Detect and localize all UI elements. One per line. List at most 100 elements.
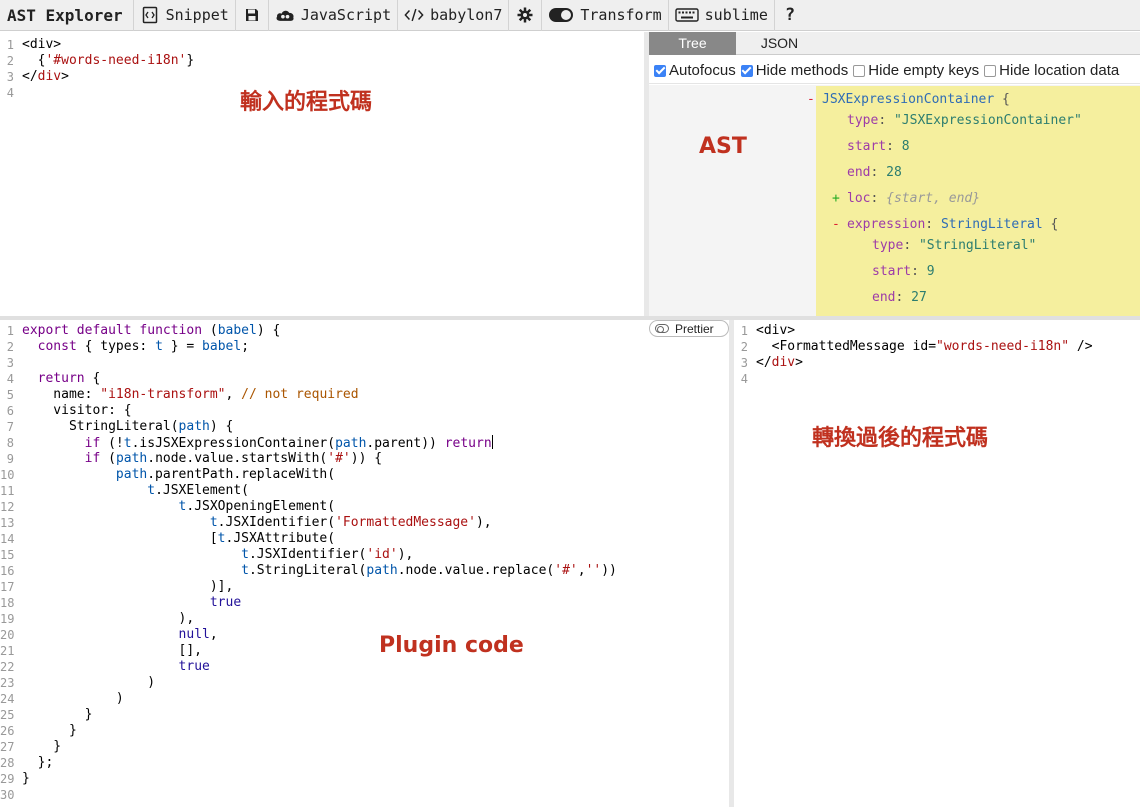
code-token: </	[22, 69, 38, 84]
gear-icon	[515, 5, 535, 25]
code-token: ,	[577, 563, 586, 578]
code-token: t	[147, 483, 156, 498]
line-source: if (!t.isJSXExpressionContainer(path.par…	[22, 435, 493, 451]
hide-location-checkbox[interactable]	[984, 64, 997, 77]
save-button[interactable]	[236, 0, 269, 31]
line-source: </div>	[756, 355, 803, 371]
code-line: 1 <div>	[734, 323, 1093, 339]
hide-location-option[interactable]: Hide location data	[984, 62, 1119, 79]
tree-options: Autofocus Hide methods Hide empty keys H…	[649, 58, 1140, 84]
ast-token: JSXExpressionContainer	[822, 92, 995, 107]
code-token: ))	[601, 563, 617, 578]
line-number: 25	[0, 708, 15, 722]
code-line: 21 [],	[0, 643, 617, 659]
line-source: t.JSXElement(	[22, 483, 249, 499]
code-line: 3 </div>	[0, 69, 194, 85]
source-editor[interactable]: 1 <div> 2 {'#words-need-i18n'} 3 </div> 4 輸入的…	[0, 32, 644, 316]
source-code[interactable]: 1 <div> 2 {'#words-need-i18n'} 3 </div> 4	[0, 37, 194, 101]
line-source: [],	[22, 643, 202, 659]
hide-methods-checkbox[interactable]	[740, 64, 753, 77]
code-token: <div>	[22, 37, 62, 52]
transform-editor[interactable]: 1 export default function (babel) {2 cons…	[0, 320, 729, 807]
code-line: 4 return {	[0, 371, 617, 387]
code-token: name:	[22, 387, 101, 402]
line-source: t.JSXOpeningElement(	[22, 499, 336, 515]
code-token: true	[178, 659, 210, 674]
line-number: 1	[740, 324, 748, 338]
parser-select[interactable]: babylon7	[398, 0, 510, 31]
code-line: 6 visitor: {	[0, 403, 617, 419]
ast-node-row: start: 9	[872, 264, 935, 279]
output-editor: 1 <div> 2 <FormattedMessage id="words-need…	[734, 320, 1140, 807]
ast-node-row[interactable]: - JSXExpressionContainer {	[807, 92, 1010, 107]
toolbar: AST Explorer Snippet JavaScript babylon7…	[0, 0, 1140, 31]
code-token: path	[115, 467, 148, 482]
line-number: 17	[0, 580, 15, 594]
prettier-toggle[interactable]: Prettier	[649, 320, 729, 337]
expand-toggle[interactable]: +	[832, 191, 840, 206]
ast-node-row: end: 27	[872, 290, 927, 305]
code-token: ),	[475, 515, 492, 530]
code-token: <div>	[756, 323, 796, 338]
help-button[interactable]: ?	[775, 5, 805, 25]
autofocus-option[interactable]: Autofocus	[654, 62, 736, 79]
ast-token: type	[847, 113, 879, 128]
keyboard-icon	[674, 5, 699, 25]
line-source: true	[22, 659, 210, 675]
plugin-annotation: Plugin code	[379, 633, 524, 658]
ast-node-row[interactable]: + loc: {start, end}	[832, 191, 980, 206]
snippet-menu[interactable]: Snippet	[134, 0, 236, 31]
code-token: ) {	[256, 323, 281, 338]
code-token: function	[139, 323, 203, 338]
code-line: 28 };	[0, 755, 617, 771]
line-source: t.StringLiteral(path.node.value.replace(…	[22, 563, 617, 579]
parser-settings-button[interactable]	[509, 0, 543, 31]
code-token: }	[22, 771, 30, 786]
ast-token: type	[872, 238, 904, 253]
code-line: 24 )	[0, 691, 617, 707]
code-icon	[404, 5, 424, 25]
code-line: 1 export default function (babel) {	[0, 323, 617, 339]
hide-methods-label: Hide methods	[755, 62, 849, 79]
code-token: }	[186, 53, 195, 68]
hide-empty-keys-option[interactable]: Hide empty keys	[853, 62, 979, 79]
ast-token: 9	[926, 264, 935, 279]
line-source: }	[22, 723, 77, 739]
app-title: AST Explorer	[0, 0, 134, 31]
tab-tree[interactable]: Tree	[649, 32, 736, 55]
collapse-toggle[interactable]: -	[807, 92, 815, 107]
collapse-toggle[interactable]: -	[832, 217, 840, 232]
code-token: (!	[100, 436, 124, 451]
tab-json[interactable]: JSON	[736, 32, 823, 55]
ast-token: :	[886, 139, 902, 154]
autofocus-checkbox[interactable]	[654, 64, 666, 77]
code-token: .JSXOpeningElement(	[186, 499, 336, 514]
line-number: 15	[0, 548, 15, 562]
line-source: }	[22, 707, 93, 723]
code-line: 18 true	[0, 595, 617, 611]
code-line: 27 }	[0, 739, 617, 755]
output-tabs: Tree JSON	[649, 32, 1140, 55]
code-token: (	[202, 323, 218, 338]
line-number: 4	[6, 86, 14, 100]
code-token: "words-need-i18n"	[936, 339, 1070, 354]
line-source: {'#words-need-i18n'}	[22, 53, 195, 69]
ast-node-row: type: "StringLiteral"	[872, 238, 1036, 253]
code-token: '#words-need-i18n'	[45, 53, 187, 68]
language-select[interactable]: JavaScript	[269, 0, 399, 31]
plugin-code[interactable]: 1 export default function (babel) {2 cons…	[0, 323, 617, 803]
hide-methods-option[interactable]: Hide methods	[740, 62, 849, 79]
hide-empty-keys-checkbox[interactable]	[853, 64, 866, 77]
code-token: t	[241, 547, 249, 562]
prettier-label: Prettier	[675, 321, 714, 336]
snippet-label: Snippet	[165, 6, 229, 24]
code-token: }	[22, 707, 93, 722]
ast-node-row[interactable]: - expression: StringLiteral {	[832, 217, 1058, 232]
line-source: null,	[22, 627, 218, 643]
keymap-select[interactable]: sublime	[669, 0, 775, 31]
transform-toggle[interactable]: Transform	[542, 0, 669, 31]
